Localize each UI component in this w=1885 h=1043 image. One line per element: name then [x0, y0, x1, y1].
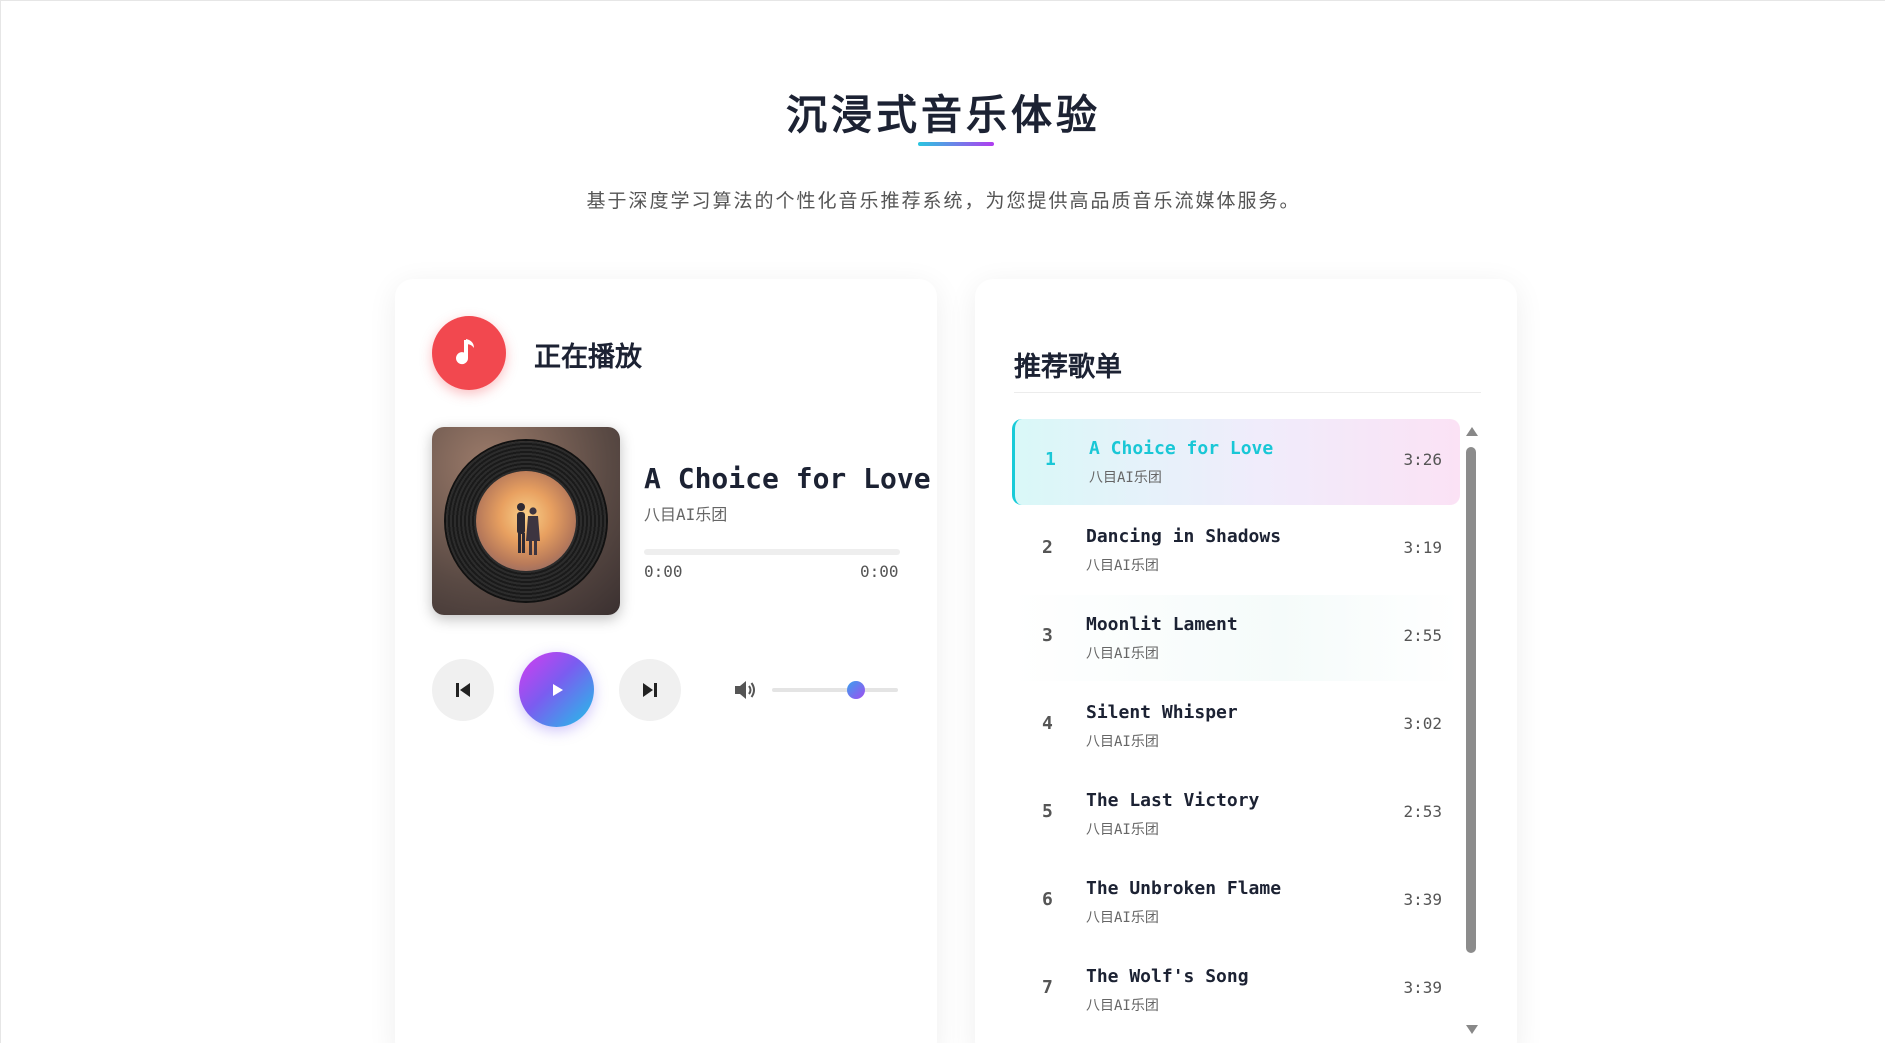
now-playing-heading: 正在播放 — [534, 342, 642, 373]
song-artist: 八目AI乐团 — [644, 505, 728, 524]
progress-bar[interactable] — [644, 549, 900, 555]
track-title: Moonlit Lament — [1086, 614, 1238, 635]
page-title: 沉浸式音乐体验 — [786, 91, 1101, 139]
song-title: A Choice for Love — [644, 462, 931, 495]
track-title: The Wolf's Song — [1086, 966, 1249, 987]
divider — [1014, 392, 1481, 393]
cover-art — [476, 471, 576, 571]
volume-knob[interactable] — [847, 681, 866, 699]
scroll-down-arrow-icon[interactable] — [1466, 1025, 1478, 1034]
music-note-icon — [432, 316, 506, 390]
skip-next-icon — [643, 683, 657, 697]
track-number: 7 — [1042, 977, 1053, 998]
next-button[interactable] — [619, 659, 681, 721]
track-duration: 3:02 — [1403, 714, 1442, 733]
track-number: 2 — [1042, 537, 1053, 558]
track-row[interactable]: 6 The Unbroken Flame 八目AI乐团 3:39 — [1012, 859, 1460, 945]
track-artist: 八目AI乐团 — [1086, 646, 1159, 662]
album-cover — [432, 427, 620, 615]
track-artist: 八目AI乐团 — [1086, 734, 1159, 750]
play-icon — [552, 683, 563, 696]
track-duration: 2:55 — [1403, 626, 1442, 645]
total-time: 0:00 — [860, 562, 899, 581]
play-button[interactable] — [519, 652, 594, 727]
track-artist: 八目AI乐团 — [1086, 822, 1159, 838]
playlist: 1 A Choice for Love 八目AI乐团 3:26 2 Dancin… — [1012, 419, 1460, 1043]
playlist-card: 推荐歌单 1 A Choice for Love 八目AI乐团 3:26 2 D… — [975, 279, 1517, 1043]
track-artist: 八目AI乐团 — [1089, 470, 1162, 486]
page-subtitle: 基于深度学习算法的个性化音乐推荐系统，为您提供高品质音乐流媒体服务。 — [586, 190, 1301, 212]
track-duration: 3:39 — [1403, 890, 1442, 909]
current-time: 0:00 — [644, 562, 683, 581]
playlist-scrollbar[interactable] — [1465, 427, 1478, 1043]
track-artist: 八目AI乐团 — [1086, 998, 1159, 1014]
track-number: 5 — [1042, 801, 1053, 822]
track-duration: 2:53 — [1403, 802, 1442, 821]
track-number: 3 — [1042, 625, 1053, 646]
track-row[interactable]: 3 Moonlit Lament 八目AI乐团 2:55 — [1012, 595, 1460, 681]
track-title: Silent Whisper — [1086, 702, 1238, 723]
track-title: The Last Victory — [1086, 790, 1260, 811]
scroll-up-arrow-icon[interactable] — [1466, 427, 1478, 436]
track-row[interactable]: 4 Silent Whisper 八目AI乐团 3:02 — [1012, 683, 1460, 769]
scroll-thumb[interactable] — [1466, 447, 1476, 953]
skip-previous-icon — [456, 683, 470, 697]
volume-slider[interactable] — [772, 681, 898, 699]
track-number: 1 — [1045, 449, 1056, 470]
track-number: 6 — [1042, 889, 1053, 910]
vinyl-record — [446, 441, 606, 601]
track-duration: 3:39 — [1403, 978, 1442, 997]
track-title: Dancing in Shadows — [1086, 526, 1282, 547]
volume-icon[interactable] — [733, 679, 757, 701]
previous-button[interactable] — [432, 659, 494, 721]
track-number: 4 — [1042, 713, 1053, 734]
track-row[interactable]: 2 Dancing in Shadows 八目AI乐团 3:19 — [1012, 507, 1460, 593]
track-title: The Unbroken Flame — [1086, 878, 1282, 899]
track-artist: 八目AI乐团 — [1086, 910, 1159, 926]
track-duration: 3:19 — [1403, 538, 1442, 557]
now-playing-card: 正在播放 A Choice for Love 八目AI乐团 0:00 0:00 — [395, 279, 937, 1043]
track-row[interactable]: 7 The Wolf's Song 八目AI乐团 3:39 — [1012, 947, 1460, 1033]
track-row[interactable]: 1 A Choice for Love 八目AI乐团 3:26 — [1012, 419, 1460, 505]
track-artist: 八目AI乐团 — [1086, 558, 1159, 574]
track-row[interactable]: 5 The Last Victory 八目AI乐团 2:53 — [1012, 771, 1460, 857]
track-duration: 3:26 — [1403, 450, 1442, 469]
track-title: A Choice for Love — [1089, 438, 1274, 459]
playlist-heading: 推荐歌单 — [1014, 352, 1122, 383]
title-underline — [918, 142, 994, 146]
